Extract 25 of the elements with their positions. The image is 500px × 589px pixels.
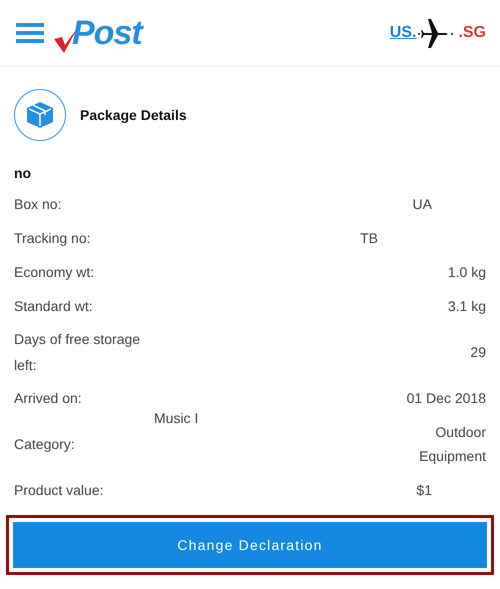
detail-label: Box no: [14, 195, 62, 214]
detail-value: TB [360, 229, 378, 248]
section-title: Package Details [80, 107, 187, 123]
detail-value: 29 [470, 343, 486, 362]
detail-value: Music I [154, 409, 198, 428]
detail-value: Outdoor Equipment [418, 423, 486, 466]
detail-label: Standard wt: [14, 297, 94, 316]
menu-icon[interactable] [16, 23, 44, 43]
detail-value: 3.1 kg [448, 297, 486, 316]
detail-value: UA [412, 195, 432, 214]
logo[interactable]: Post [72, 14, 142, 52]
detail-value: $1 [416, 481, 432, 500]
detail-label: Category: [14, 435, 76, 454]
destination-code: .SG [458, 24, 486, 42]
detail-label: Product value: [14, 481, 104, 500]
detail-label: Days of free storage left: [14, 330, 142, 375]
detail-value: 01 Dec 2018 [406, 389, 486, 408]
detail-label: Tracking no: [14, 229, 92, 248]
package-name: no [13, 164, 32, 183]
detail-value: 1.0 kg [448, 263, 486, 282]
detail-label: Economy wt: [14, 263, 96, 282]
detail-label: Arrived on: [14, 389, 83, 408]
change-declaration-button[interactable]: Change Declaration [13, 522, 487, 568]
package-icon [25, 100, 55, 130]
origin-link[interactable]: US. [390, 24, 416, 42]
